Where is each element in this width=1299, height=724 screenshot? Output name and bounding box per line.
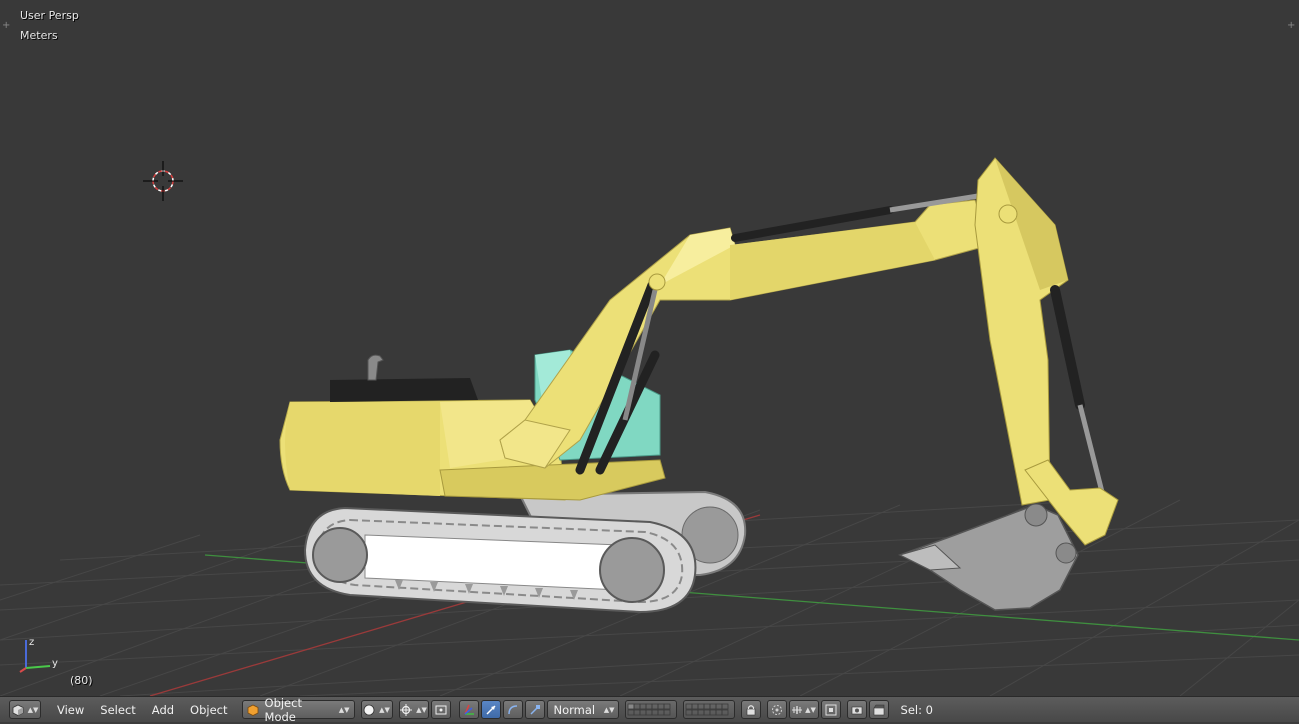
viewport-shading-selector[interactable]: ▲▼: [360, 700, 393, 719]
snap-target-icon: [825, 704, 837, 715]
snap-increment-icon: [792, 705, 803, 714]
scale-handle-icon: [529, 704, 540, 715]
region-split-right-icon[interactable]: +: [1287, 21, 1295, 31]
proportional-editing-button[interactable]: [766, 700, 787, 719]
lock-camera-layers-button[interactable]: [740, 700, 761, 719]
3d-view-icon: [12, 704, 24, 716]
menu-select[interactable]: Select: [92, 703, 143, 717]
view-name-label: User Persp: [20, 9, 79, 22]
3d-cursor-icon[interactable]: [143, 161, 183, 201]
manipulator-toggle[interactable]: [458, 700, 479, 719]
menu-object[interactable]: Object: [182, 703, 235, 717]
render-opengl-image-button[interactable]: [846, 700, 867, 719]
rotate-manipulator-button[interactable]: [502, 700, 523, 719]
axis-z-label: z: [29, 637, 34, 648]
3d-viewport[interactable]: z y User Persp Meters (80) + +: [0, 0, 1299, 696]
menu-add[interactable]: Add: [144, 703, 182, 717]
render-opengl-animation-button[interactable]: [868, 700, 889, 719]
object-mode-icon: [247, 704, 258, 716]
snap-target-button[interactable]: [820, 700, 841, 719]
region-split-left-icon[interactable]: +: [2, 21, 10, 31]
solid-shading-icon: [363, 704, 375, 715]
pivot-point-icon: [400, 703, 413, 716]
selection-count-label: Sel: 0: [900, 702, 933, 717]
proportional-edit-icon: [771, 704, 782, 715]
translate-manipulator-button[interactable]: [480, 700, 501, 719]
pivot-point-selector[interactable]: ▲▼: [398, 700, 429, 719]
dropdown-arrows-icon: ▲▼: [338, 705, 350, 714]
excavator-model[interactable]: [279, 157, 1119, 614]
center-points-icon: [435, 705, 447, 714]
dropdown-arrows-icon: ▲▼: [603, 705, 615, 714]
layers-grid-icon: [627, 703, 670, 715]
manipulate-center-points-toggle[interactable]: [430, 700, 451, 719]
layers-grid-icon: [685, 703, 728, 715]
scene-layers-grid[interactable]: [624, 700, 677, 719]
mode-selector-label: Object Mode: [264, 695, 302, 724]
axis-y-label: y: [52, 658, 58, 669]
translate-arrow-icon: [485, 704, 496, 715]
dropdown-arrows-icon: ▲▼: [379, 705, 390, 714]
scene-layers-grid-2[interactable]: [682, 700, 735, 719]
scene-canvas[interactable]: z y: [0, 0, 1299, 696]
editor-type-selector[interactable]: ▲▼: [9, 700, 41, 719]
view-units-label: Meters: [20, 29, 58, 42]
lock-icon: [746, 704, 755, 715]
transform-orientation-selector[interactable]: Normal ▲▼: [546, 700, 619, 719]
dropdown-arrows-icon: ▲▼: [805, 705, 816, 714]
dropdown-arrows-icon: ▲▼: [27, 705, 39, 714]
axis-gizmo: z y: [19, 637, 58, 673]
transform-orientation-label: Normal: [553, 702, 596, 717]
snap-element-selector[interactable]: ▲▼: [788, 700, 819, 719]
manipulator-icon: [463, 704, 474, 715]
menu-view[interactable]: View: [49, 703, 92, 717]
rotate-arc-icon: [507, 704, 517, 714]
viewport-header: ▲▼ View Select Add Object Object Mode ▲▼…: [0, 696, 1299, 724]
clapperboard-icon: [873, 704, 884, 715]
mode-selector[interactable]: Object Mode ▲▼: [241, 696, 355, 724]
current-frame-label: (80): [70, 674, 93, 687]
camera-icon: [851, 706, 862, 714]
scale-manipulator-button[interactable]: [524, 700, 545, 719]
dropdown-arrows-icon: ▲▼: [416, 705, 427, 714]
